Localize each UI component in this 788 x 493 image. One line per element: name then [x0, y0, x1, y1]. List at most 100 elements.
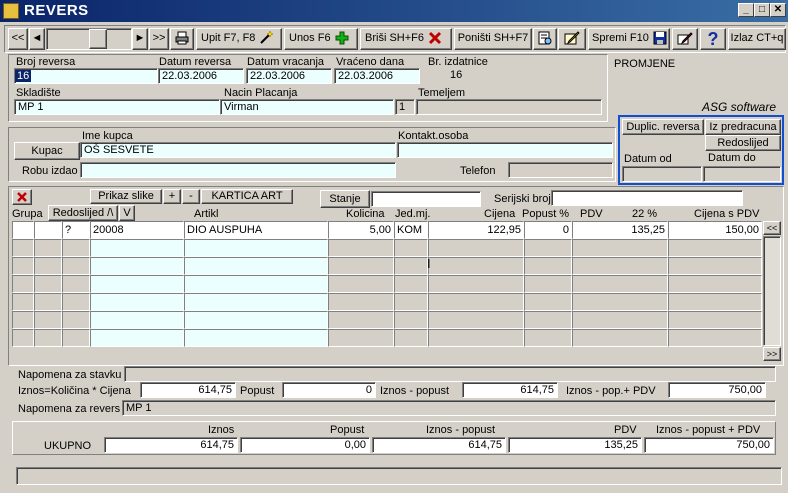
empty-cell[interactable] [394, 311, 428, 329]
telefon-field[interactable] [508, 162, 613, 178]
prikaz-slike-button[interactable]: Prikaz slike [90, 189, 162, 204]
kupac-button[interactable]: Kupac [14, 142, 80, 160]
delete-row-button[interactable] [12, 189, 32, 205]
v-sort-button[interactable]: V [119, 205, 135, 221]
empty-cell[interactable] [394, 239, 428, 257]
table-row[interactable] [12, 329, 762, 347]
cell-grupa[interactable] [12, 221, 34, 239]
empty-cell[interactable] [90, 239, 184, 257]
empty-cell[interactable] [572, 293, 668, 311]
datum-reversa-field[interactable]: 22.03.2006 [158, 68, 244, 84]
empty-cell[interactable] [34, 239, 62, 257]
minus-button[interactable]: - [182, 189, 200, 204]
redoslijed-sort-button[interactable]: Redoslijed /\ [48, 205, 118, 221]
napomena-revers-field[interactable]: MP 1 [122, 400, 776, 416]
datum-od-field[interactable] [622, 166, 702, 182]
napomena-stavka-field[interactable] [124, 366, 776, 382]
empty-cell[interactable] [394, 329, 428, 347]
empty-cell[interactable] [12, 239, 34, 257]
skladiste-field[interactable]: MP 1 [14, 99, 220, 115]
empty-cell[interactable] [524, 293, 572, 311]
empty-cell[interactable] [668, 293, 762, 311]
empty-cell[interactable] [62, 311, 90, 329]
empty-cell[interactable] [184, 239, 328, 257]
print-button[interactable] [170, 28, 194, 50]
table-row[interactable] [12, 275, 762, 293]
empty-cell[interactable] [668, 329, 762, 347]
popust-field[interactable]: 0 [282, 382, 376, 398]
empty-cell[interactable] [90, 275, 184, 293]
empty-cell[interactable] [394, 275, 428, 293]
stanje-field[interactable] [371, 191, 481, 207]
empty-cell[interactable] [90, 311, 184, 329]
minimize-button[interactable]: _ [738, 3, 754, 17]
cell-redoslijed[interactable] [34, 221, 62, 239]
empty-cell[interactable] [668, 311, 762, 329]
grid-scrollbar-track[interactable] [763, 236, 781, 346]
empty-cell[interactable] [572, 329, 668, 347]
robu-izdao-field[interactable] [80, 162, 396, 178]
table-row[interactable] [12, 257, 762, 275]
empty-cell[interactable] [668, 275, 762, 293]
close-button[interactable]: ✕ [770, 3, 786, 17]
izlaz-button[interactable]: Izlaz CT+q [728, 28, 786, 50]
empty-cell[interactable] [62, 275, 90, 293]
spremi-button[interactable]: Spremi F10 [588, 28, 670, 50]
cell-cijena-pdv[interactable]: 150,00 [668, 221, 762, 239]
record-scroll-thumb[interactable] [89, 29, 107, 49]
brisi-button[interactable]: Briši SH+F6 [360, 28, 452, 50]
empty-cell[interactable] [572, 257, 668, 275]
empty-cell[interactable] [328, 257, 394, 275]
stanje-button[interactable]: Stanje [320, 190, 370, 208]
cell-popust[interactable]: 0 [524, 221, 572, 239]
cell-artikl[interactable]: DIO AUSPUHA [184, 221, 328, 239]
redosljed-button[interactable]: Redoslijed [705, 135, 781, 151]
grid-scroll-top-button[interactable]: << [763, 221, 781, 235]
nacin-placanja-field[interactable]: Virman [220, 99, 394, 115]
table-row[interactable]: ? 20008 DIO AUSPUHA 5,00 KOM 122,95 0 13… [12, 221, 762, 239]
empty-cell[interactable] [184, 257, 328, 275]
iz-predracuna-button[interactable]: Iz predracuna [705, 119, 781, 135]
kartica-art-button[interactable]: KARTICA ART [201, 189, 293, 204]
empty-cell[interactable] [184, 293, 328, 311]
vraceno-dana-field[interactable]: 22.03.2006 [334, 68, 420, 84]
table-row[interactable] [12, 239, 762, 257]
help-button[interactable]: ? [700, 28, 726, 50]
cell-jedmj[interactable]: KOM [394, 221, 428, 239]
datum-do-field[interactable] [703, 166, 781, 182]
empty-cell[interactable] [524, 239, 572, 257]
upit-button[interactable]: Upit F7, F8 [196, 28, 282, 50]
empty-cell[interactable] [12, 311, 34, 329]
empty-cell[interactable] [524, 257, 572, 275]
empty-cell[interactable] [184, 275, 328, 293]
kontakt-osoba-field[interactable] [397, 142, 613, 158]
cell-v[interactable]: ? [62, 221, 90, 239]
table-row[interactable] [12, 293, 762, 311]
empty-cell[interactable] [62, 293, 90, 311]
empty-cell[interactable] [394, 257, 428, 275]
empty-cell[interactable] [34, 329, 62, 347]
empty-cell[interactable] [34, 257, 62, 275]
empty-cell[interactable] [62, 329, 90, 347]
empty-cell[interactable] [668, 239, 762, 257]
empty-cell[interactable] [328, 239, 394, 257]
empty-cell[interactable] [90, 293, 184, 311]
empty-cell[interactable] [524, 329, 572, 347]
cell-sifra[interactable]: 20008 [90, 221, 184, 239]
grid-scroll-bottom-button[interactable]: >> [763, 347, 781, 361]
empty-cell[interactable] [90, 257, 184, 275]
empty-cell[interactable] [12, 257, 34, 275]
table-row[interactable] [12, 311, 762, 329]
empty-cell[interactable] [668, 257, 762, 275]
empty-cell[interactable] [428, 293, 524, 311]
empty-cell[interactable] [62, 257, 90, 275]
first-record-button[interactable]: << [8, 28, 28, 50]
cell-kolicina[interactable]: 5,00 [328, 221, 394, 239]
empty-cell[interactable] [428, 275, 524, 293]
prev-record-button[interactable]: ◄ [29, 28, 45, 50]
empty-cell[interactable] [34, 275, 62, 293]
preview-button[interactable] [533, 28, 557, 50]
empty-cell[interactable] [12, 293, 34, 311]
ime-kupca-field[interactable]: OŠ SESVETE [80, 142, 396, 158]
empty-cell[interactable] [328, 275, 394, 293]
